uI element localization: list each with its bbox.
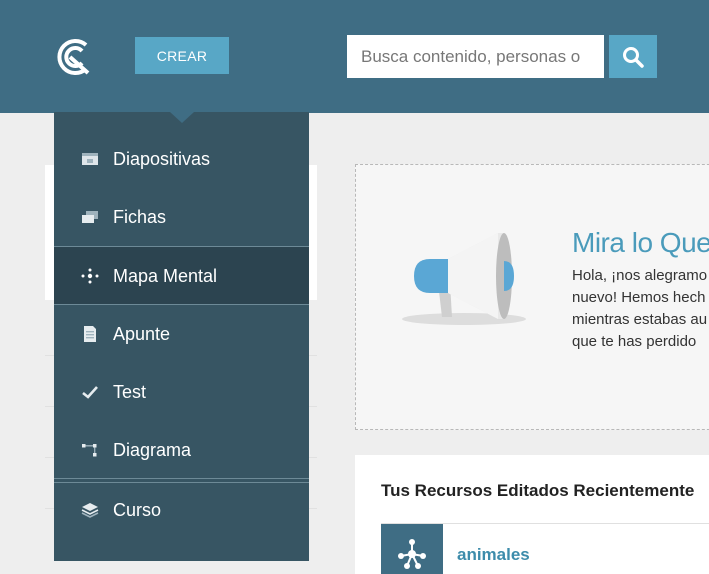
- menu-item-label: Test: [113, 381, 147, 402]
- resource-thumbnail[interactable]: [381, 524, 443, 574]
- search-input[interactable]: [347, 35, 604, 78]
- menu-item-slides[interactable]: Diapositivas: [54, 130, 309, 188]
- menu-item-diagram[interactable]: Diagrama: [54, 421, 309, 479]
- menu-item-label: Mapa Mental: [113, 265, 218, 286]
- flashcards-icon: [80, 207, 100, 227]
- search-icon: [623, 46, 644, 68]
- divider: [54, 478, 309, 479]
- note-icon: [80, 324, 100, 344]
- announcement-line: que te has perdido: [572, 333, 697, 350]
- menu-item-mindmap[interactable]: Mapa Mental: [54, 247, 309, 305]
- mindmap-icon: [80, 266, 100, 286]
- resource-title-link[interactable]: animales: [457, 545, 530, 565]
- menu-item-label: Fichas: [113, 206, 167, 227]
- course-icon: [80, 500, 100, 520]
- diagram-icon: [80, 440, 100, 460]
- megaphone-icon: [402, 233, 526, 325]
- announcement-line: nuevo! Hemos hech: [572, 289, 706, 306]
- menu-item-label: Curso: [113, 499, 162, 520]
- announcement-line: mientras estabas au: [572, 311, 708, 328]
- recent-resources-heading: Tus Recursos Editados Recientemente: [381, 481, 695, 500]
- dropdown-caret: [170, 112, 194, 123]
- logo-icon[interactable]: [56, 37, 94, 77]
- slides-icon: [80, 149, 100, 169]
- announcement-title: Mira lo Que: [572, 227, 709, 258]
- check-icon: [80, 382, 100, 402]
- menu-item-course[interactable]: Curso: [54, 481, 309, 539]
- recent-resources-panel: Tus Recursos Editados Recientemente anim…: [355, 455, 709, 574]
- create-dropdown-menu: Diapositivas Fichas Mapa Mental Apunte T…: [54, 112, 309, 561]
- menu-item-label: Diapositivas: [113, 148, 211, 169]
- search-button[interactable]: [609, 35, 657, 78]
- announcement-card: Mira lo Que Hola, ¡nos alegramo nuevo! H…: [355, 164, 709, 430]
- menu-item-test[interactable]: Test: [54, 363, 309, 421]
- create-button[interactable]: CREAR: [135, 37, 229, 74]
- menu-item-note[interactable]: Apunte: [54, 305, 309, 363]
- menu-item-flashcards[interactable]: Fichas: [54, 188, 309, 246]
- announcement-line: Hola, ¡nos alegramo: [572, 267, 708, 284]
- mindmap-icon: [398, 539, 426, 569]
- menu-item-label: Diagrama: [113, 439, 192, 460]
- menu-item-label: Apunte: [113, 323, 171, 344]
- announcement-text: Hola, ¡nos alegramo nuevo! Hemos hech mi…: [572, 265, 709, 353]
